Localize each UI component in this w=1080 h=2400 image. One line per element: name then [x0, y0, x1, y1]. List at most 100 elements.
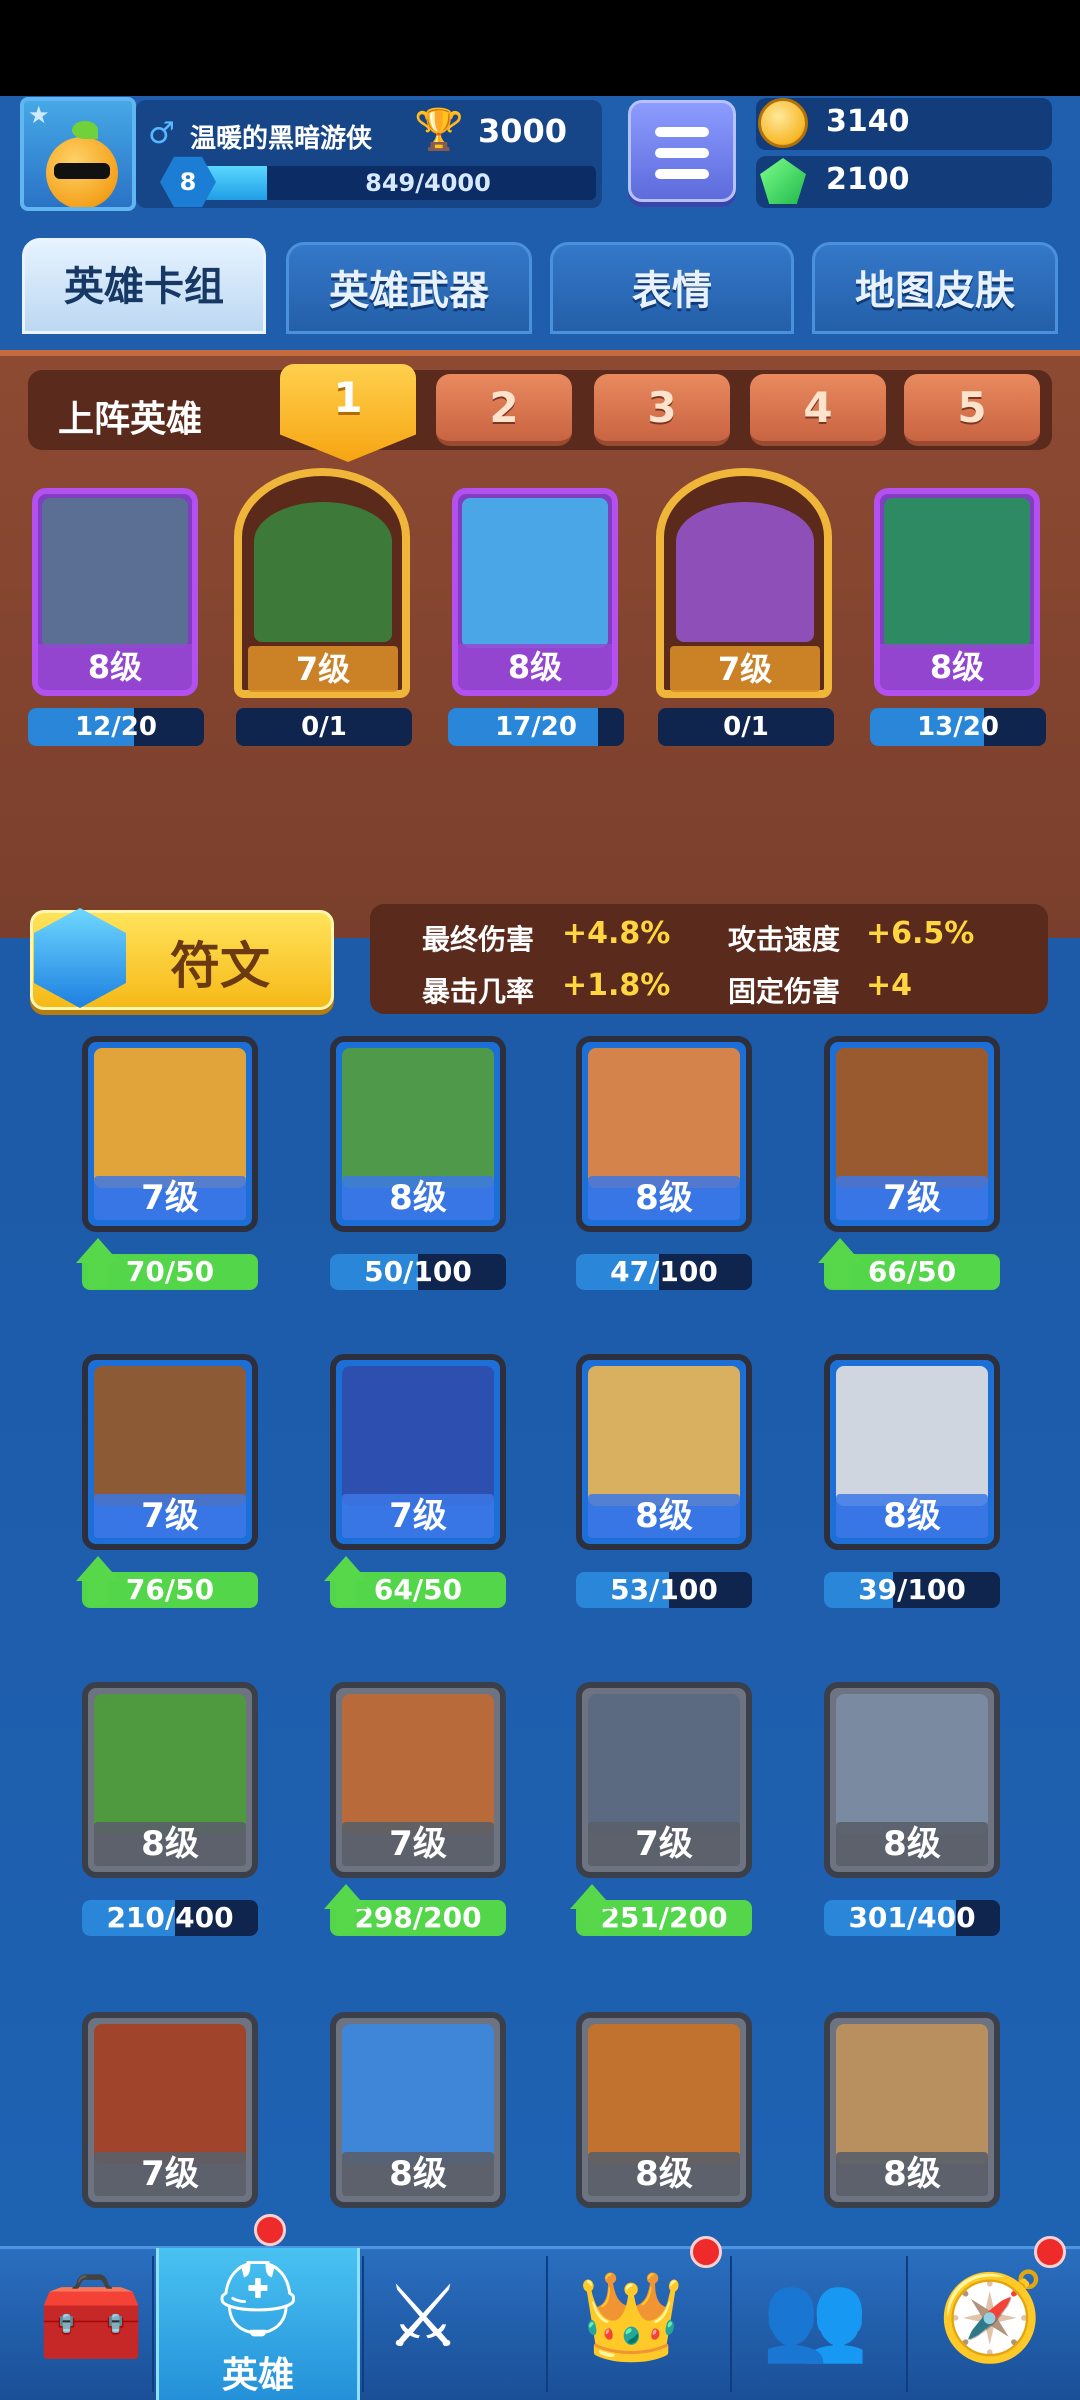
progress-text: 298/200: [354, 1901, 482, 1934]
deck-card-progress: 12/20: [28, 708, 204, 746]
hero-level: 8级: [880, 644, 1034, 690]
menu-button[interactable]: [628, 100, 736, 202]
deck-card-progress: 13/20: [870, 708, 1046, 746]
hero-portrait: [588, 1366, 740, 1506]
hero-card[interactable]: 8级: [824, 2012, 1000, 2208]
trophy-count: 3000: [478, 112, 568, 150]
treasure-chest-icon: 🧰: [37, 2267, 145, 2367]
deck-card-progress: 0/1: [658, 708, 834, 746]
hero-portrait: [94, 1366, 246, 1506]
hero-card[interactable]: 8级: [824, 1354, 1000, 1550]
hero-card[interactable]: 7级: [824, 1036, 1000, 1232]
hero-card-progress: 47/100: [576, 1254, 752, 1290]
nav-item-team-banner[interactable]: 👥: [730, 2248, 900, 2400]
hero-card[interactable]: 7级: [82, 1354, 258, 1550]
tab-hero-deck[interactable]: 英雄卡组: [22, 238, 266, 334]
hero-portrait: [836, 2024, 988, 2164]
deck-slot-4[interactable]: 4: [750, 374, 886, 446]
trophy-icon: 🏆: [414, 107, 464, 153]
hero-level: 7级: [342, 1494, 494, 1538]
progress-text: 66/50: [867, 1255, 957, 1288]
nav-item-compass[interactable]: 🧭: [906, 2248, 1076, 2400]
hero-card-progress: 301/400: [824, 1900, 1000, 1936]
deck-slot-2[interactable]: 2: [436, 374, 572, 446]
hero-level: 7级: [588, 1822, 740, 1866]
deck-hero-card[interactable]: 7级: [656, 468, 832, 698]
tab-hero-weapons[interactable]: 英雄武器: [286, 242, 532, 334]
hero-level: 8级: [836, 1822, 988, 1866]
knight-helmet-icon: ⛑: [211, 2256, 305, 2342]
deck-slot-5[interactable]: 5: [904, 374, 1040, 446]
progress-text: 70/50: [125, 1255, 215, 1288]
stat-name: 固定伤害: [728, 975, 841, 1008]
nav-item-knight-helmet[interactable]: ⛑ 英雄: [156, 2248, 360, 2400]
player-level: 8: [179, 168, 197, 196]
hero-portrait: [94, 1694, 246, 1834]
hero-card[interactable]: 8级: [576, 2012, 752, 2208]
hero-portrait: [462, 498, 608, 648]
deck-hero-card[interactable]: 8级: [874, 488, 1040, 696]
progress-text: 301/400: [848, 1901, 976, 1934]
hero-portrait: [342, 1694, 494, 1834]
stat-value: +6.5%: [866, 916, 975, 951]
progress-text: 76/50: [125, 1573, 215, 1606]
hero-level: 8级: [836, 2152, 988, 2196]
hero-portrait: [42, 498, 188, 648]
deck-hero-card[interactable]: 8级: [452, 488, 618, 696]
progress-text: 53/100: [610, 1573, 718, 1606]
tab-map-skins[interactable]: 地图皮肤: [812, 242, 1058, 334]
team-banner-icon: 👥: [761, 2267, 869, 2367]
stat-value: +4.8%: [562, 916, 671, 951]
notification-badge: [690, 2236, 722, 2268]
hero-card[interactable]: 7级: [330, 1354, 506, 1550]
hero-card[interactable]: 8级: [576, 1036, 752, 1232]
gem-amount: 2100: [826, 162, 910, 197]
nav-item-treasure-chest[interactable]: 🧰: [6, 2248, 176, 2400]
stat-value: +1.8%: [562, 968, 671, 1003]
hero-level: 7级: [94, 1176, 246, 1220]
progress-text: 64/50: [373, 1573, 463, 1606]
notification-badge: [1034, 2236, 1066, 2268]
progress-text: 251/200: [600, 1901, 728, 1934]
deck-card-progress: 17/20: [448, 708, 624, 746]
hero-portrait: [588, 1048, 740, 1188]
hero-card[interactable]: 7级: [82, 2012, 258, 2208]
stat-name: 暴击几率: [422, 975, 535, 1008]
player-avatar[interactable]: ★: [20, 97, 136, 211]
deck-slot-3[interactable]: 3: [594, 374, 730, 446]
nav-item-crown-shield[interactable]: 👑: [546, 2248, 716, 2400]
progress-text: 13/20: [917, 712, 999, 742]
star-icon: ★: [28, 101, 50, 129]
nav-divider: [362, 2256, 364, 2392]
hero-portrait: [836, 1048, 988, 1188]
hero-portrait: [676, 502, 814, 642]
hero-card[interactable]: 8级: [824, 1682, 1000, 1878]
hero-card[interactable]: 8级: [82, 1682, 258, 1878]
hero-card[interactable]: 7级: [82, 1036, 258, 1232]
hero-card-progress: 50/100: [330, 1254, 506, 1290]
hero-level: 8级: [458, 644, 612, 690]
hero-level: 7级: [94, 1494, 246, 1538]
progress-text: 47/100: [610, 1255, 718, 1288]
hero-portrait: [588, 1694, 740, 1834]
menu-line: [655, 148, 709, 158]
player-name: 温暖的黑暗游侠: [190, 124, 373, 154]
progress-text: 0/1: [301, 712, 347, 742]
hero-card[interactable]: 8级: [576, 1354, 752, 1550]
progress-text: 50/100: [364, 1255, 472, 1288]
hero-card[interactable]: 8级: [330, 1036, 506, 1232]
hero-card[interactable]: 8级: [330, 2012, 506, 2208]
deck-hero-card[interactable]: 8级: [32, 488, 198, 696]
menu-line: [655, 127, 709, 137]
sunglasses-art: [54, 163, 110, 179]
hero-card[interactable]: 7级: [330, 1682, 506, 1878]
hero-portrait: [836, 1366, 988, 1506]
hero-card[interactable]: 7级: [576, 1682, 752, 1878]
crown-shield-icon: 👑: [577, 2267, 685, 2367]
deck-hero-card[interactable]: 7级: [234, 468, 410, 698]
hero-level: 7级: [836, 1176, 988, 1220]
tab-emotes[interactable]: 表情: [550, 242, 794, 334]
hero-level: 8级: [588, 2152, 740, 2196]
progress-text: 0/1: [723, 712, 769, 742]
progress-text: 210/400: [106, 1901, 234, 1934]
